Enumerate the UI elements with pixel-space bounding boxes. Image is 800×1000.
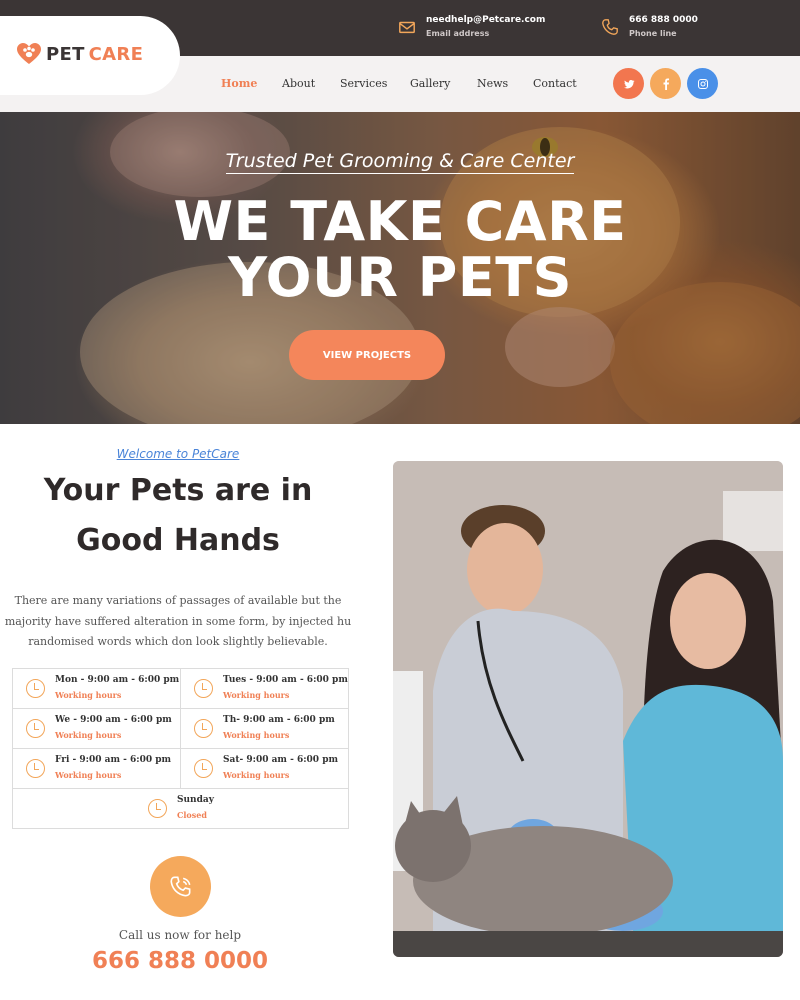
hours-day: We - 9:00 am - 6:00 pm (55, 715, 172, 725)
nav-news[interactable]: News (477, 77, 508, 90)
clock-icon (26, 719, 45, 738)
social-links (613, 68, 718, 99)
working-hours-table: Mon - 9:00 am - 6:00 pm Working hours Tu… (12, 668, 349, 829)
hours-cell-tues: Tues - 9:00 am - 6:00 pm Working hours (181, 669, 348, 709)
phone-value[interactable]: 666 888 0000 (629, 14, 698, 26)
hours-status: Working hours (55, 730, 122, 740)
hours-cell-fri: Fri - 9:00 am - 6:00 pm Working hours (13, 749, 181, 789)
heart-paw-icon (17, 43, 41, 64)
heading-line1: Your Pets are in (43, 473, 313, 508)
email-value[interactable]: needhelp@Petcare.com (426, 14, 545, 26)
clock-icon (148, 799, 167, 818)
hours-status: Closed (177, 810, 207, 820)
about-paragraph: There are many variations of passages of… (4, 594, 352, 648)
hours-status: Working hours (223, 690, 290, 700)
email-contact[interactable]: needhelp@Petcare.com Email address (398, 14, 545, 42)
clock-icon (194, 679, 213, 698)
hours-day: Fri - 9:00 am - 6:00 pm (55, 755, 172, 765)
hero-title-line1: WE TAKE CARE (173, 190, 627, 253)
brand-logo[interactable]: PET CARE (16, 42, 143, 66)
nav-gallery[interactable]: Gallery (410, 77, 450, 90)
nav-services[interactable]: Services (340, 77, 387, 90)
hero-title: WE TAKE CARE YOUR PETS (0, 194, 800, 306)
hours-status: Working hours (55, 690, 122, 700)
hours-cell-wed: We - 9:00 am - 6:00 pm Working hours (13, 709, 181, 749)
phone-icon (602, 19, 618, 35)
hours-status: Working hours (223, 770, 290, 780)
view-projects-button[interactable]: VIEW PROJECTS (289, 330, 445, 380)
email-label: Email address (426, 29, 490, 38)
twitter-icon[interactable] (613, 68, 644, 99)
hours-day: Tues - 9:00 am - 6:00 pm (223, 675, 348, 685)
nav-about[interactable]: About (282, 77, 315, 90)
clock-icon (26, 759, 45, 778)
hours-cell-sat: Sat- 9:00 am - 6:00 pm Working hours (181, 749, 348, 789)
clock-icon (26, 679, 45, 698)
instagram-icon[interactable] (687, 68, 718, 99)
hours-status: Working hours (223, 730, 290, 740)
hero-banner: Trusted Pet Grooming & Care Center WE TA… (0, 112, 800, 424)
hours-day: Sat- 9:00 am - 6:00 pm (223, 755, 339, 765)
nav-contact[interactable]: Contact (533, 77, 577, 90)
section-heading: Your Pets are in Good Hands (0, 466, 356, 566)
phone-label: Phone line (629, 29, 677, 38)
hero-title-line2: YOUR PETS (227, 246, 572, 309)
hours-day: Th- 9:00 am - 6:00 pm (223, 715, 335, 725)
hours-cell-sun: Sunday Closed (13, 789, 348, 829)
hours-cell-thu: Th- 9:00 am - 6:00 pm Working hours (181, 709, 348, 749)
hours-status: Working hours (55, 770, 122, 780)
hours-day: Sunday (177, 795, 214, 805)
nav-home[interactable]: Home (221, 77, 257, 90)
clock-icon (194, 759, 213, 778)
call-label: Call us now for help (118, 928, 242, 942)
phone-contact[interactable]: 666 888 0000 Phone line (601, 14, 698, 42)
envelope-icon (399, 21, 415, 34)
welcome-link[interactable]: Welcome to PetCare (117, 447, 240, 461)
facebook-icon[interactable] (650, 68, 681, 99)
hero-subtitle: Trusted Pet Grooming & Care Center (225, 150, 575, 174)
heading-line2: Good Hands (76, 523, 280, 558)
call-number[interactable]: 666 888 0000 (0, 948, 360, 974)
hours-cell-mon: Mon - 9:00 am - 6:00 pm Working hours (13, 669, 181, 709)
clock-icon (194, 719, 213, 738)
phone-call-icon[interactable] (150, 856, 211, 917)
hours-day: Mon - 9:00 am - 6:00 pm (55, 675, 180, 685)
brand-name-part2: CARE (88, 43, 144, 65)
veterinarians-with-cat-photo (393, 461, 783, 957)
brand-name-part1: PET (46, 43, 85, 65)
